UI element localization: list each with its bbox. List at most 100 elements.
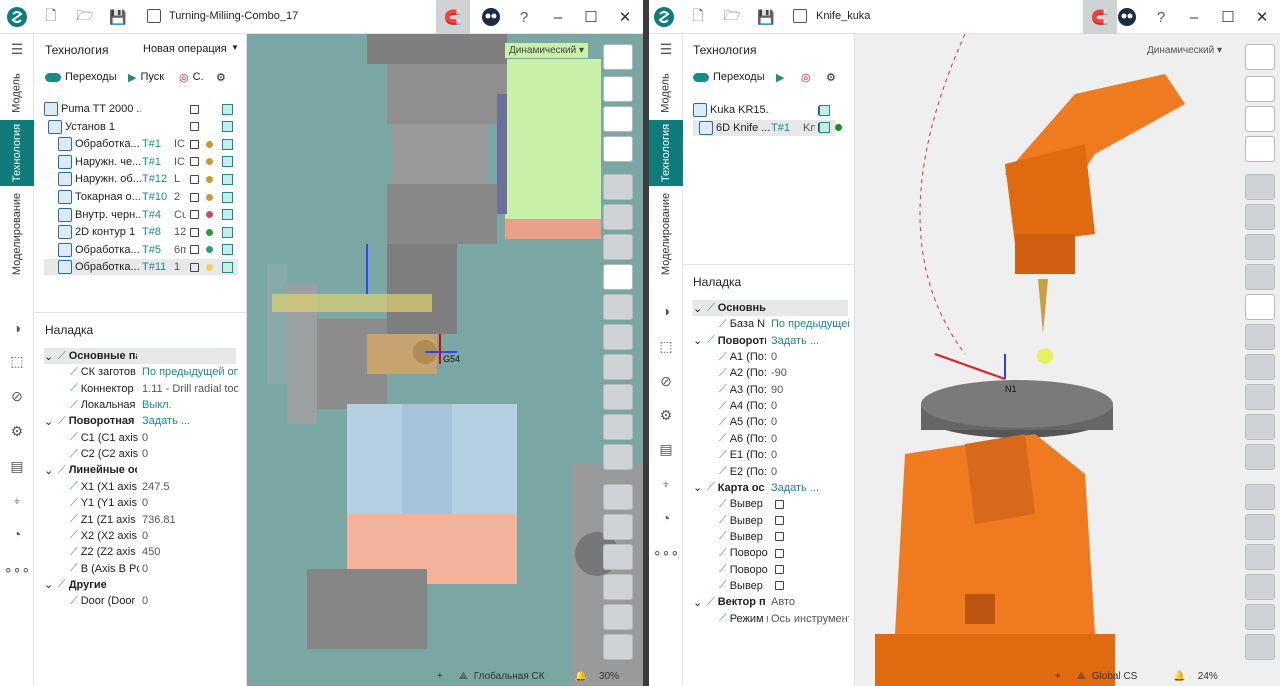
cs-select[interactable]: Global CS xyxy=(1092,671,1138,682)
tab-technology[interactable]: Технология xyxy=(0,120,34,186)
setup-row[interactable]: ⟋ E2 (По: 0 xyxy=(693,464,848,480)
flag-display-3-button[interactable] xyxy=(603,634,633,660)
view-mode-5-button[interactable] xyxy=(1245,294,1275,320)
save-icon[interactable]: 💾 xyxy=(755,6,777,28)
tree-item[interactable]: Наружн. че...T#1 IC1 xyxy=(44,154,238,170)
setup-group[interactable]: ⌄ ⟋ Основные па xyxy=(44,348,236,364)
view-mode-8-button[interactable] xyxy=(1245,384,1275,410)
chevron-down-icon[interactable]: ⌄ xyxy=(693,334,705,347)
setup-checkbox[interactable] xyxy=(775,516,784,526)
setup-row[interactable]: ⟋ Вывер xyxy=(693,578,848,594)
add-icon[interactable]: + xyxy=(1055,671,1061,682)
tree-item[interactable]: Обработка... T#5 6m xyxy=(44,242,238,258)
view-mode-dropdown[interactable]: Динамический ▾ xyxy=(1147,45,1222,56)
setup-row[interactable]: ⟋ Локальная Выкл. xyxy=(44,397,236,413)
setup-group[interactable]: ⌄ ⟋ Поворотная с Задать ... xyxy=(44,413,236,429)
visibility-checkbox[interactable] xyxy=(190,245,199,255)
machine-icon[interactable]: ▤ xyxy=(8,457,26,475)
tool-icon[interactable] xyxy=(819,122,830,134)
setup-row[interactable]: ⟋Режим поОсь инструмент xyxy=(693,611,849,627)
add-icon[interactable]: + xyxy=(437,671,443,682)
tab-technology[interactable]: Технология xyxy=(649,120,683,186)
setup-row[interactable]: ⟋ A1 (По: 0 xyxy=(693,349,848,365)
visibility-checkbox[interactable] xyxy=(190,139,199,149)
setup-icon[interactable]: ◑ xyxy=(657,302,675,320)
view-mode-10-button[interactable] xyxy=(603,444,633,470)
cs-select[interactable]: Глобальная СК xyxy=(474,671,545,682)
setup-row[interactable]: ⟋ A3 (По: 90 xyxy=(693,382,848,398)
setup-checkbox[interactable] xyxy=(775,581,784,591)
setup-value[interactable]: Авто xyxy=(771,596,849,608)
visibility-checkbox[interactable] xyxy=(190,192,199,202)
minimize-button[interactable]: – xyxy=(1181,6,1207,28)
tree-item[interactable]: 6D Knife ... T#1 Kn xyxy=(693,119,842,136)
chevron-down-icon[interactable]: ⌄ xyxy=(44,464,56,477)
setup-row[interactable]: ⟋ B (Axis B Pc 0 xyxy=(44,561,236,577)
setup-checkbox[interactable] xyxy=(775,548,784,558)
visibility-checkbox[interactable] xyxy=(190,227,199,237)
setup-group[interactable]: ⌄ ⟋ Другие xyxy=(44,577,236,593)
maximize-button[interactable]: ☐ xyxy=(1215,6,1241,28)
tree-item[interactable]: Токарная о... T#10 2 xyxy=(44,189,238,205)
stock-view-button[interactable] xyxy=(603,106,633,132)
transitions-toggle[interactable]: Переходы xyxy=(45,69,117,85)
view-mode-6-button[interactable] xyxy=(1245,324,1275,350)
sim-button[interactable]: ◎ xyxy=(801,69,811,85)
setup-value[interactable]: По предыдущей опе xyxy=(142,366,238,378)
curve-display-button[interactable] xyxy=(1245,514,1275,540)
open-folder-icon[interactable]: 🗁 xyxy=(721,6,743,28)
setup-value[interactable]: 0 xyxy=(142,530,238,542)
tool-icon[interactable]: ⍖ xyxy=(8,491,26,509)
open-folder-icon[interactable]: 🗁 xyxy=(74,6,96,28)
surface-display-button[interactable] xyxy=(1245,544,1275,570)
view-mode-dropdown[interactable]: Динамический ▾ xyxy=(505,43,589,58)
tool-icon[interactable] xyxy=(222,209,233,221)
sim-button[interactable]: ◎ С. xyxy=(179,69,204,85)
setup-value[interactable]: 0 xyxy=(771,416,849,428)
measure-icon[interactable]: ◔ xyxy=(8,525,26,543)
tree-item[interactable]: Kuka KR15... xyxy=(693,102,835,118)
setup-value[interactable]: 0 xyxy=(771,466,849,478)
setup-group[interactable]: ⌄ ⟋ Линейные ос xyxy=(44,462,236,478)
setup-group[interactable]: ⌄⟋Основные xyxy=(693,300,848,316)
new-operation-button[interactable]: Новая операция xyxy=(143,43,227,55)
view-mode-10-button[interactable] xyxy=(1245,444,1275,470)
view-mode-7-button[interactable] xyxy=(1245,354,1275,380)
setup-row[interactable]: ⟋ X1 (X1 axis 247.5 xyxy=(44,479,236,495)
setup-row[interactable]: ⟋ A4 (По: 0 xyxy=(693,398,848,414)
view-mode-4-button[interactable] xyxy=(1245,264,1275,290)
view-mode-2-button[interactable] xyxy=(1245,204,1275,230)
flag-display-1-button[interactable] xyxy=(1245,574,1275,600)
tool-icon[interactable]: ⍖ xyxy=(657,474,675,492)
visibility-checkbox[interactable] xyxy=(190,122,199,132)
tree-item[interactable]: Обработка... T#11 1 xyxy=(44,259,238,276)
chevron-down-icon[interactable]: ⌄ xyxy=(693,596,705,609)
view-mode-9-button[interactable] xyxy=(1245,414,1275,440)
setup-group[interactable]: ⌄ ⟋ Поворотн Задать ... xyxy=(693,333,848,349)
right-viewport[interactable]: N1 Динамический ▾ + ⟁ Global CS 🔔 24% xyxy=(855,34,1280,686)
workpiece-icon[interactable]: ⬚ xyxy=(8,352,26,370)
tool-view-button[interactable] xyxy=(1245,136,1275,162)
minimize-button[interactable]: – xyxy=(545,6,571,28)
tool-view-button[interactable] xyxy=(603,136,633,162)
run-button[interactable]: ▶ xyxy=(776,69,784,85)
tree-item[interactable]: Обработка...T#1 IC1 xyxy=(44,136,238,152)
setup-value[interactable]: 0 xyxy=(142,448,238,460)
view-mode-1-button[interactable] xyxy=(1245,174,1275,200)
setup-value[interactable]: -90 xyxy=(771,367,849,379)
menu-icon[interactable]: ☰ xyxy=(657,40,675,58)
visibility-checkbox[interactable] xyxy=(190,157,199,167)
tree-item[interactable]: Puma TT 2000 ... xyxy=(44,101,238,117)
setup-value[interactable]: 90 xyxy=(771,384,849,396)
curve-display-button[interactable] xyxy=(603,514,633,540)
view-mode-3-button[interactable] xyxy=(603,234,633,260)
view-mode-4-button[interactable] xyxy=(603,264,633,290)
run-button[interactable]: ▶ Пуск xyxy=(128,69,164,85)
bell-icon[interactable]: 🔔 xyxy=(575,671,587,682)
view-mode-8-button[interactable] xyxy=(603,384,633,410)
tool-icon[interactable] xyxy=(222,244,233,256)
setup-row[interactable]: ⟋ Door (Door 0 xyxy=(44,593,236,609)
close-button[interactable]: ✕ xyxy=(1249,6,1275,28)
view-mode-2-button[interactable] xyxy=(603,204,633,230)
tool-icon[interactable] xyxy=(222,226,233,238)
